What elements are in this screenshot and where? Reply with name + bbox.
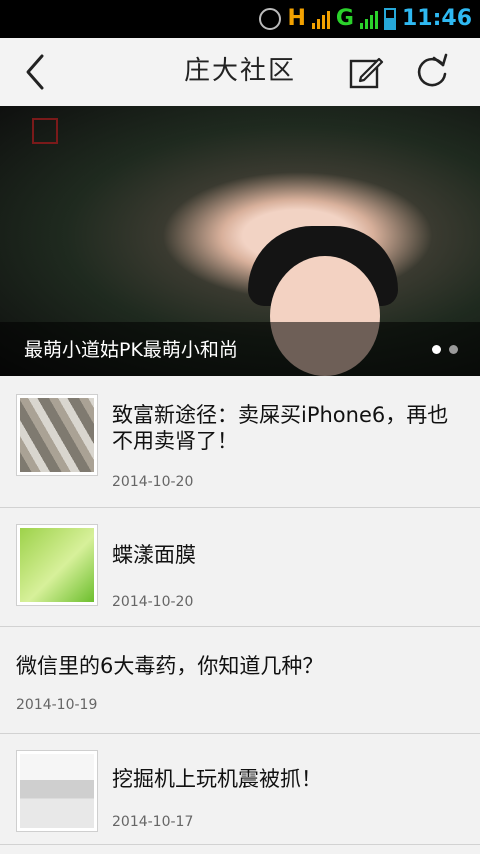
list-item[interactable]: 挖掘机上玩机震被抓！ 2014-10-17 bbox=[0, 734, 480, 845]
top-app-bar: 庄大社区 bbox=[0, 38, 480, 107]
alarm-icon bbox=[259, 7, 282, 30]
post-list: 致富新途径：卖屎买iPhone6，再也不用卖肾了！ 2014-10-20 蝶漾面… bbox=[0, 376, 480, 845]
list-item[interactable]: 微信里的6大毒药，你知道几种？ 2014-10-19 bbox=[0, 627, 480, 734]
edit-icon bbox=[349, 57, 384, 89]
status-time: 11:46 bbox=[401, 6, 472, 31]
list-item[interactable]: 蝶漾面膜 2014-10-20 bbox=[0, 508, 480, 627]
post-date: 2014-10-19 bbox=[16, 697, 98, 713]
seal-stamp bbox=[32, 118, 58, 144]
list-item[interactable]: 致富新途径：卖屎买iPhone6，再也不用卖肾了！ 2014-10-20 bbox=[0, 376, 480, 508]
network-type-indicator: H bbox=[287, 6, 306, 31]
post-title: 挖掘机上玩机震被抓！ bbox=[112, 767, 322, 791]
post-thumbnail bbox=[16, 394, 98, 476]
post-title: 蝶漾面膜 bbox=[112, 543, 196, 567]
post-thumbnail bbox=[16, 750, 98, 832]
refresh-button[interactable] bbox=[412, 52, 452, 92]
signal-strength-icon-2 bbox=[359, 9, 378, 29]
post-date: 2014-10-20 bbox=[112, 594, 194, 610]
page-dot bbox=[449, 345, 458, 354]
post-date: 2014-10-20 bbox=[112, 474, 194, 490]
post-thumbnail bbox=[16, 524, 98, 606]
banner-caption: 最萌小道姑PK最萌小和尚 bbox=[24, 339, 238, 361]
refresh-icon bbox=[417, 53, 448, 87]
post-title: 致富新途径：卖屎买iPhone6，再也不用卖肾了！ bbox=[112, 403, 449, 453]
battery-icon bbox=[383, 7, 396, 30]
compose-button[interactable] bbox=[348, 54, 384, 90]
post-date: 2014-10-17 bbox=[112, 814, 194, 830]
status-bar: H G 11:46 bbox=[0, 0, 480, 38]
featured-banner[interactable]: 最萌小道姑PK最萌小和尚 bbox=[0, 106, 480, 376]
page-dot-active bbox=[432, 345, 441, 354]
signal-strength-icon bbox=[311, 9, 330, 29]
page-title: 庄大社区 bbox=[183, 56, 296, 86]
banner-page-indicator bbox=[432, 345, 458, 354]
network-type-indicator-2: G bbox=[335, 6, 354, 31]
post-title: 微信里的6大毒药，你知道几种？ bbox=[16, 654, 324, 678]
